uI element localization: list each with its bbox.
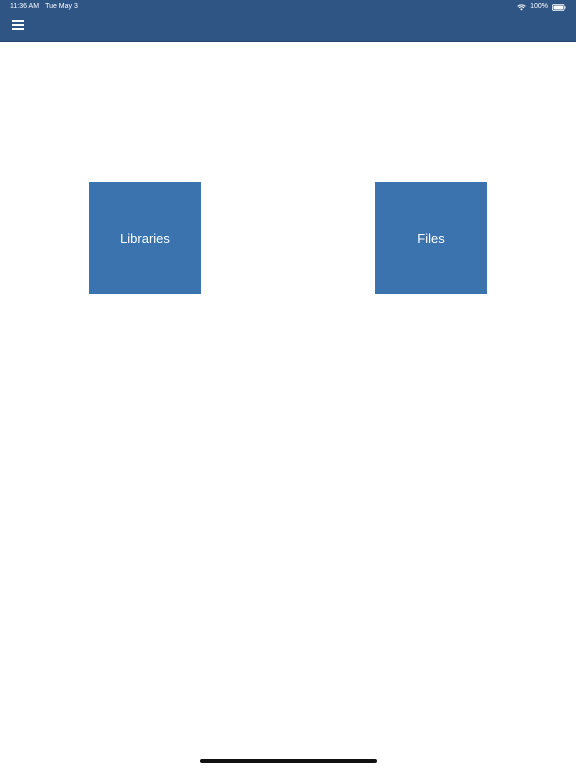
main-tiles: Libraries Files — [0, 0, 576, 768]
app-screen: 11:36 AM Tue May 3 100% Libraries Files — [0, 0, 576, 768]
files-tile-label: Files — [417, 230, 445, 246]
libraries-tile-label: Libraries — [120, 230, 170, 246]
home-indicator[interactable] — [200, 759, 377, 763]
libraries-tile[interactable]: Libraries — [89, 182, 201, 294]
files-tile[interactable]: Files — [375, 182, 487, 294]
